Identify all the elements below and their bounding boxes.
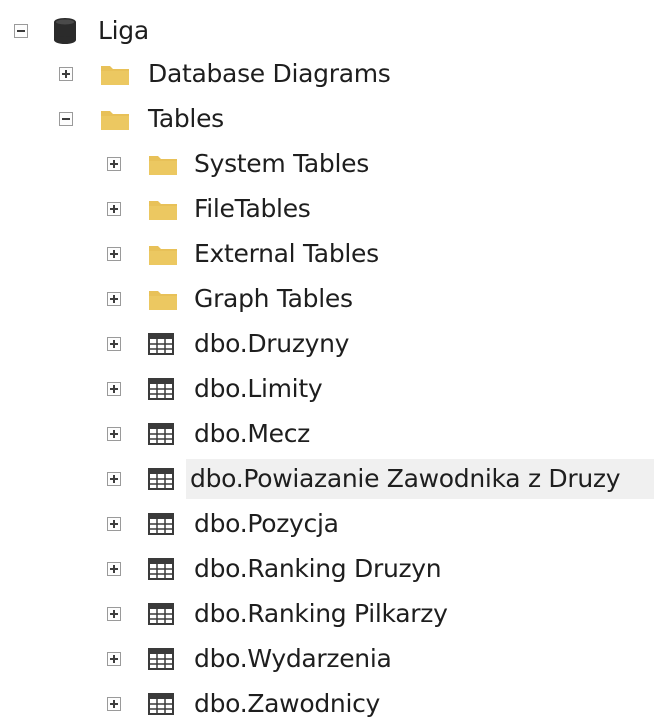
table-icon xyxy=(148,648,174,670)
collapse-toggle-icon[interactable] xyxy=(14,24,28,38)
expand-toggle-icon[interactable] xyxy=(107,202,121,216)
expand-toggle-icon[interactable] xyxy=(107,607,121,621)
tree-node-label: dbo.Limity xyxy=(194,374,323,403)
tree-node-filetables[interactable]: FileTables xyxy=(0,189,654,229)
tree-node-label: External Tables xyxy=(194,239,379,268)
table-icon xyxy=(148,468,174,490)
tree-node-external-tables[interactable]: External Tables xyxy=(0,234,654,274)
database-icon xyxy=(52,17,78,45)
tree-node-label: Graph Tables xyxy=(194,284,353,313)
tree-node-table[interactable]: dbo.Pozycja xyxy=(0,504,654,544)
table-icon xyxy=(148,558,174,580)
expand-toggle-icon[interactable] xyxy=(107,382,121,396)
expand-toggle-icon[interactable] xyxy=(107,652,121,666)
expand-toggle-icon[interactable] xyxy=(107,697,121,711)
tree-node-label: dbo.Zawodnicy xyxy=(194,689,381,718)
tree-node-label: Database Diagrams xyxy=(148,59,391,88)
folder-icon xyxy=(148,152,178,176)
tree-node-table[interactable]: dbo.Wydarzenia xyxy=(0,639,654,679)
expand-toggle-icon[interactable] xyxy=(107,292,121,306)
expand-toggle-icon[interactable] xyxy=(107,517,121,531)
folder-icon xyxy=(100,107,130,131)
expand-toggle-icon[interactable] xyxy=(107,157,121,171)
tree-node-label: Tables xyxy=(148,104,224,133)
tree-node-table[interactable]: dbo.Limity xyxy=(0,369,654,409)
tree-node-liga[interactable]: Liga xyxy=(0,11,654,51)
object-explorer-tree: Liga Database Diagrams Tables System Tab… xyxy=(0,0,654,722)
expand-toggle-icon[interactable] xyxy=(107,337,121,351)
tree-node-table[interactable]: dbo.Mecz xyxy=(0,414,654,454)
expand-toggle-icon[interactable] xyxy=(107,427,121,441)
folder-icon xyxy=(148,242,178,266)
table-icon xyxy=(148,693,174,715)
tree-node-label: FileTables xyxy=(194,194,311,223)
tree-node-database-diagrams[interactable]: Database Diagrams xyxy=(0,54,654,94)
folder-icon xyxy=(148,287,178,311)
expand-toggle-icon[interactable] xyxy=(107,562,121,576)
tree-node-label: dbo.Druzyny xyxy=(194,329,350,358)
tree-node-tables[interactable]: Tables xyxy=(0,99,654,139)
tree-node-system-tables[interactable]: System Tables xyxy=(0,144,654,184)
tree-node-label: dbo.Ranking Druzyn xyxy=(194,554,442,583)
folder-icon xyxy=(100,62,130,86)
tree-node-table[interactable]: dbo.Ranking Pilkarzy xyxy=(0,594,654,634)
tree-node-table[interactable]: dbo.Druzyny xyxy=(0,324,654,364)
tree-node-label: dbo.Mecz xyxy=(194,419,310,448)
tree-node-label: dbo.Pozycja xyxy=(194,509,339,538)
table-icon xyxy=(148,423,174,445)
tree-node-label: System Tables xyxy=(194,149,369,178)
table-icon xyxy=(148,603,174,625)
expand-toggle-icon[interactable] xyxy=(59,67,73,81)
table-icon xyxy=(148,333,174,355)
tree-node-table-selected[interactable]: dbo.Powiazanie Zawodnika z Druzy xyxy=(0,459,654,499)
table-icon xyxy=(148,513,174,535)
tree-node-label: dbo.Powiazanie Zawodnika z Druzy xyxy=(186,459,654,499)
expand-toggle-icon[interactable] xyxy=(107,247,121,261)
folder-icon xyxy=(148,197,178,221)
tree-node-label: dbo.Wydarzenia xyxy=(194,644,392,673)
tree-node-table[interactable]: dbo.Zawodnicy xyxy=(0,684,654,722)
expand-toggle-icon[interactable] xyxy=(107,472,121,486)
tree-node-label: Liga xyxy=(98,16,149,45)
tree-node-graph-tables[interactable]: Graph Tables xyxy=(0,279,654,319)
table-icon xyxy=(148,378,174,400)
tree-node-label: dbo.Ranking Pilkarzy xyxy=(194,599,448,628)
tree-node-table[interactable]: dbo.Ranking Druzyn xyxy=(0,549,654,589)
collapse-toggle-icon[interactable] xyxy=(59,112,73,126)
